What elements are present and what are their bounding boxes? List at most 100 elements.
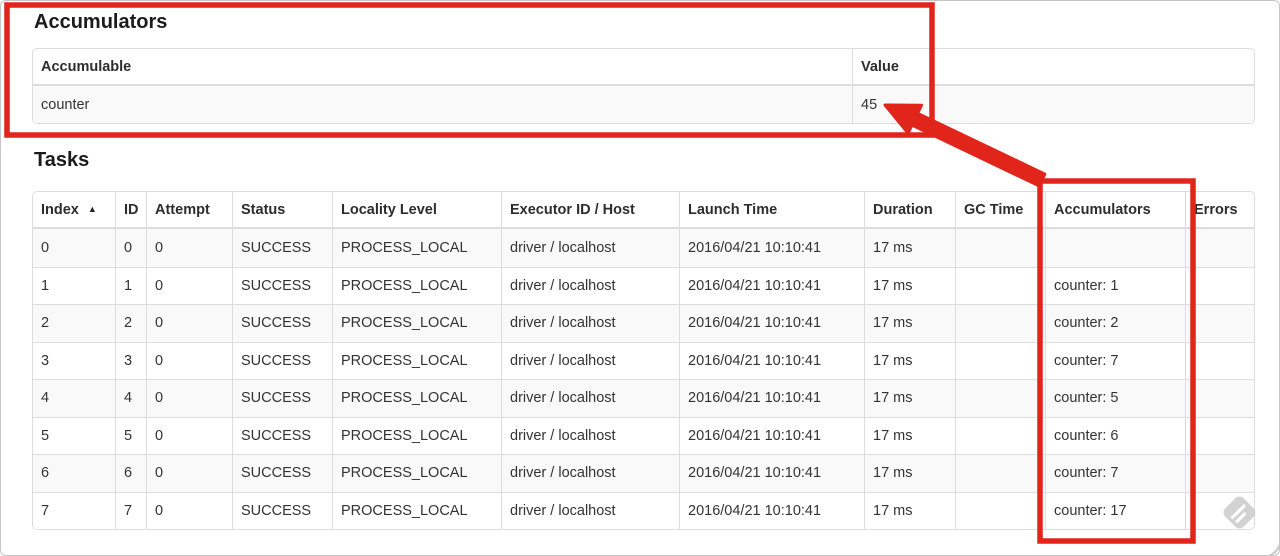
column-header-accumulators[interactable]: Accumulators	[1045, 192, 1185, 229]
table-cell: SUCCESS	[232, 266, 332, 304]
table-cell: PROCESS_LOCAL	[332, 454, 501, 492]
table-cell: 0	[146, 454, 232, 492]
table-row: 6 6 0 SUCCESS PROCESS_LOCAL driver / localhos…	[33, 454, 1254, 492]
table-cell: PROCESS_LOCAL	[332, 416, 501, 454]
table-cell: PROCESS_LOCAL	[332, 491, 501, 529]
table-cell: counter: 6	[1045, 416, 1185, 454]
table-cell: 5	[115, 416, 146, 454]
table-cell: SUCCESS	[232, 379, 332, 417]
table-cell: 17 ms	[864, 416, 955, 454]
column-header-launch-time[interactable]: Launch Time	[679, 192, 864, 229]
table-cell: 17 ms	[864, 304, 955, 342]
table-cell: 17 ms	[864, 266, 955, 304]
table-cell: 3	[33, 341, 115, 380]
column-header-id[interactable]: ID	[115, 192, 146, 229]
table-cell: driver / localhost	[501, 304, 679, 342]
table-cell: 2016/04/21 10:10:41	[679, 416, 864, 454]
table-row: 0 0 0 SUCCESS PROCESS_LOCAL driver / localhos…	[33, 229, 1254, 267]
table-cell: 3	[115, 341, 146, 379]
table-cell: 1	[33, 266, 115, 305]
table-header-row: Accumulable Value	[33, 49, 1254, 86]
table-cell: counter	[41, 96, 90, 113]
table-cell: 17 ms	[864, 379, 955, 417]
column-header-locality-level[interactable]: Locality Level	[332, 192, 501, 229]
column-header-gc-time[interactable]: GC Time	[955, 192, 1045, 229]
table-cell: counter: 5	[1045, 379, 1185, 417]
table-cell: 6	[33, 454, 115, 492]
table-cell	[1185, 416, 1254, 454]
table-row: 7 7 0 SUCCESS PROCESS_LOCAL driver / localhos…	[33, 491, 1254, 530]
table-row: counter 45	[33, 86, 1254, 123]
table-cell: 2016/04/21 10:10:41	[679, 379, 864, 417]
column-header-index-label: Index	[41, 201, 79, 218]
table-cell: SUCCESS	[232, 416, 332, 454]
table-cell: 0	[146, 416, 232, 454]
table-cell: PROCESS_LOCAL	[332, 379, 501, 417]
table-cell	[955, 491, 1045, 529]
table-cell: driver / localhost	[501, 341, 679, 379]
table-cell	[955, 454, 1045, 492]
table-cell: 7	[33, 491, 115, 530]
table-cell	[955, 341, 1045, 379]
table-cell	[1185, 454, 1254, 492]
table-cell: counter: 7	[1045, 341, 1185, 379]
table-cell: 2016/04/21 10:10:41	[679, 491, 864, 529]
table-cell	[955, 379, 1045, 417]
column-header-duration[interactable]: Duration	[864, 192, 955, 229]
table-cell: counter: 2	[1045, 304, 1185, 342]
table-cell	[1045, 229, 1185, 267]
table-cell: 2016/04/21 10:10:41	[679, 266, 864, 304]
table-cell: counter: 17	[1045, 491, 1185, 529]
table-cell: 1	[115, 266, 146, 304]
column-header-accumulable[interactable]: Accumulable	[33, 49, 852, 86]
table-cell: 6	[115, 454, 146, 492]
column-header-attempt[interactable]: Attempt	[146, 192, 232, 229]
table-header-row: Index ▲ ID Attempt Status Locality Level …	[33, 192, 1254, 229]
table-cell: 45	[852, 86, 1254, 123]
column-header-executor-id-host[interactable]: Executor ID / Host	[501, 192, 679, 229]
table-cell: driver / localhost	[501, 266, 679, 304]
table-cell: 0	[146, 341, 232, 379]
table-cell: 0	[115, 229, 146, 267]
table-cell: SUCCESS	[232, 229, 332, 267]
accumulators-table: Accumulable Value counter 45	[32, 48, 1255, 124]
accumulators-table-body: counter 45	[33, 86, 1254, 123]
table-cell: 2016/04/21 10:10:41	[679, 341, 864, 379]
table-cell: 2	[115, 304, 146, 342]
table-cell: 5	[33, 416, 115, 455]
table-cell: 2016/04/21 10:10:41	[679, 304, 864, 342]
table-cell: 7	[115, 491, 146, 529]
table-cell: driver / localhost	[501, 454, 679, 492]
column-header-status[interactable]: Status	[232, 192, 332, 229]
table-cell: driver / localhost	[501, 379, 679, 417]
table-cell: 0	[146, 491, 232, 529]
table-cell: PROCESS_LOCAL	[332, 341, 501, 379]
table-cell: 17 ms	[864, 454, 955, 492]
table-row: 4 4 0 SUCCESS PROCESS_LOCAL driver / localhos…	[33, 379, 1254, 417]
table-cell: driver / localhost	[501, 229, 679, 267]
table-row: 3 3 0 SUCCESS PROCESS_LOCAL driver / localhos…	[33, 341, 1254, 380]
table-cell	[955, 304, 1045, 342]
table-cell: 17 ms	[864, 229, 955, 267]
table-cell: counter: 1	[1045, 266, 1185, 304]
table-row: 1 1 0 SUCCESS PROCESS_LOCAL driver / localhos…	[33, 266, 1254, 305]
column-header-index[interactable]: Index ▲	[33, 192, 115, 229]
table-cell	[1185, 304, 1254, 342]
table-cell	[1185, 341, 1254, 379]
table-cell: 4	[33, 379, 115, 417]
table-cell	[1185, 229, 1254, 267]
table-cell: SUCCESS	[232, 454, 332, 492]
table-cell	[1185, 379, 1254, 417]
table-cell: 2	[33, 304, 115, 342]
table-cell	[1185, 266, 1254, 304]
table-cell: 2016/04/21 10:10:41	[679, 229, 864, 267]
table-cell: SUCCESS	[232, 304, 332, 342]
table-cell: 2016/04/21 10:10:41	[679, 454, 864, 492]
table-cell: PROCESS_LOCAL	[332, 266, 501, 304]
sort-ascending-icon: ▲	[87, 203, 97, 214]
tasks-table-body: 0 0 0 SUCCESS PROCESS_LOCAL driver / localhos…	[33, 229, 1254, 529]
column-header-errors[interactable]: Errors	[1185, 192, 1254, 229]
column-header-value[interactable]: Value	[852, 49, 1254, 86]
table-cell: 0	[146, 229, 232, 267]
table-cell: 17 ms	[864, 341, 955, 379]
